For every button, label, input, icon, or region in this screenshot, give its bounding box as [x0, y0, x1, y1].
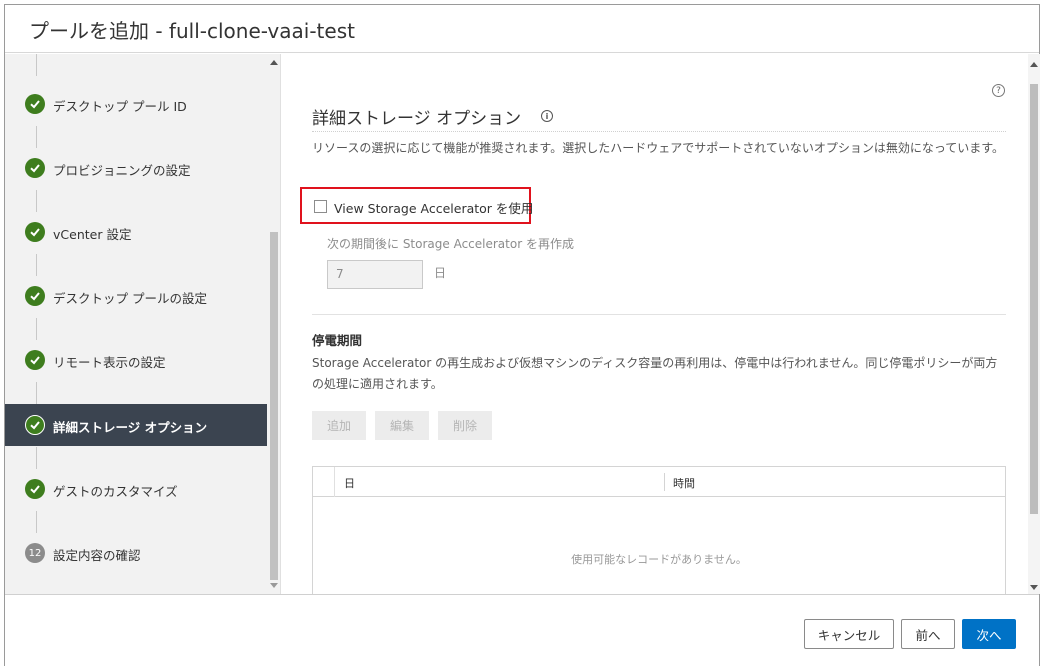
main-scrollbar[interactable] [1028, 54, 1040, 594]
step-connector [36, 318, 37, 340]
check-icon [25, 158, 45, 178]
step-label: リモート表示の設定 [53, 355, 166, 370]
check-icon [25, 222, 45, 242]
step-desktop-pool-id[interactable]: デスクトップ プール ID [5, 83, 267, 125]
section-separator [312, 314, 1006, 315]
wizard-steps-sidebar: デスクトップ プール ID プロビジョニングの設定 vCenter 設定 デスク… [5, 54, 281, 594]
view-storage-accelerator-label[interactable]: View Storage Accelerator を使用 [334, 198, 533, 217]
check-icon [25, 479, 45, 499]
grid-column-day[interactable]: 日 [344, 475, 355, 491]
scroll-down-arrow-icon[interactable] [270, 583, 278, 588]
step-connector [36, 511, 37, 533]
check-icon [25, 286, 45, 306]
scroll-up-arrow-icon[interactable] [270, 60, 278, 65]
step-label: デスクトップ プール ID [53, 99, 187, 114]
step-label: デスクトップ プールの設定 [53, 291, 207, 306]
dialog-titlebar: プールを追加 - full-clone-vaai-test [5, 5, 1039, 53]
view-storage-accelerator-checkbox[interactable] [314, 200, 327, 213]
step-label: vCenter 設定 [53, 227, 132, 242]
step-connector [36, 126, 37, 148]
step-connector [36, 382, 37, 404]
main-content: ? 詳細ストレージ オプション i リソースの選択に応じて機能が推奨されます。選… [282, 54, 1040, 594]
grid-select-column[interactable] [313, 467, 335, 497]
blackout-grid: 日 時間 使用可能なレコードがありません。 [312, 466, 1006, 594]
help-icon[interactable]: ? [992, 84, 1005, 97]
blackout-description: Storage Accelerator の再生成および仮想マシンのディスク容量の… [312, 356, 998, 391]
regenerate-label: 次の期間後に Storage Accelerator を再作成 [327, 237, 574, 251]
step-connector [36, 54, 37, 76]
sidebar-scrollbar[interactable] [267, 54, 280, 594]
add-pool-dialog: プールを追加 - full-clone-vaai-test デスクトップ プール… [4, 4, 1040, 667]
step-advanced-storage-options[interactable]: 詳細ストレージ オプション [5, 404, 267, 446]
step-ready-to-complete[interactable]: 12 設定内容の確認 [5, 532, 267, 574]
page-title: 詳細ストレージ オプション [312, 109, 522, 129]
step-connector [36, 254, 37, 276]
delete-button[interactable]: 削除 [438, 411, 492, 440]
grid-empty-message: 使用可能なレコードがありません。 [571, 553, 747, 566]
step-vcenter-settings[interactable]: vCenter 設定 [5, 211, 267, 253]
check-icon [25, 350, 45, 370]
step-provisioning-settings[interactable]: プロビジョニングの設定 [5, 147, 267, 189]
add-button[interactable]: 追加 [312, 411, 366, 440]
info-icon[interactable]: i [541, 110, 553, 122]
edit-button[interactable]: 編集 [375, 411, 429, 440]
next-button[interactable]: 次へ [962, 619, 1016, 649]
dialog-footer: キャンセル 前へ 次へ [5, 594, 1039, 667]
step-label: 詳細ストレージ オプション [53, 420, 208, 435]
step-connector [36, 447, 37, 469]
check-icon [25, 94, 45, 114]
step-guest-customization[interactable]: ゲストのカスタマイズ [5, 468, 267, 510]
step-label: プロビジョニングの設定 [53, 163, 191, 178]
sidebar-scroll-thumb[interactable] [270, 232, 278, 580]
main-scroll-thumb[interactable] [1030, 84, 1038, 514]
column-divider [664, 473, 665, 491]
title-divider [312, 131, 1006, 132]
grid-header: 日 時間 [313, 467, 1005, 497]
regenerate-days-input[interactable]: 7 [327, 260, 423, 289]
step-label: ゲストのカスタマイズ [53, 484, 178, 499]
cancel-button[interactable]: キャンセル [804, 619, 894, 649]
dialog-title: プールを追加 - full-clone-vaai-test [29, 19, 355, 43]
step-number: 12 [25, 543, 45, 563]
step-connector [36, 190, 37, 212]
regenerate-days-unit: 日 [434, 266, 447, 280]
grid-column-time[interactable]: 時間 [673, 475, 695, 491]
step-label: 設定内容の確認 [53, 548, 141, 563]
step-desktop-pool-settings[interactable]: デスクトップ プールの設定 [5, 275, 267, 317]
step-remote-display-settings[interactable]: リモート表示の設定 [5, 339, 267, 381]
back-button[interactable]: 前へ [901, 619, 955, 649]
scroll-up-arrow-icon[interactable] [1030, 62, 1038, 67]
check-icon [25, 415, 45, 435]
scroll-down-arrow-icon[interactable] [1030, 585, 1038, 590]
section-description: リソースの選択に応じて機能が推奨されます。選択したハードウェアでサポートされてい… [312, 141, 1005, 155]
blackout-times-title: 停電期間 [312, 333, 363, 348]
